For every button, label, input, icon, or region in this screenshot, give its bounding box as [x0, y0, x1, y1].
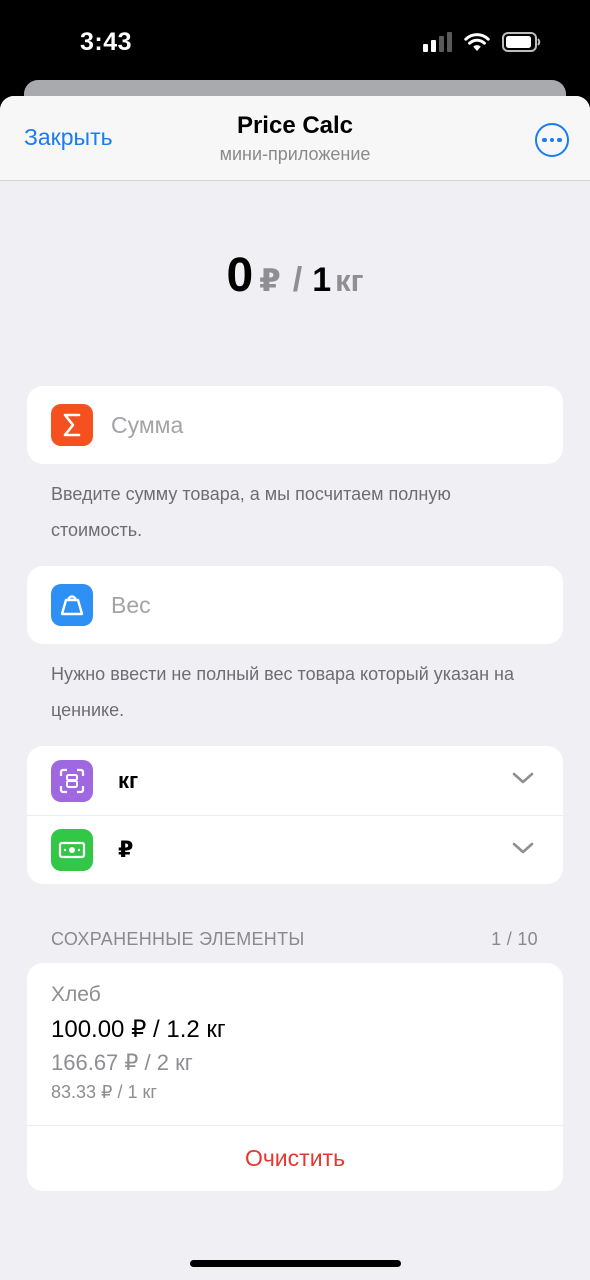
chevron-down-icon [512, 772, 534, 784]
app-subtitle: мини-приложение [219, 144, 371, 164]
saved-item[interactable]: Хлеб 100.00 ₽ / 1.2 кг 166.67 ₽ / 2 кг 8… [27, 963, 563, 1125]
app-title: Price Calc [236, 112, 354, 139]
saved-items-card: Хлеб 100.00 ₽ / 1.2 кг 166.67 ₽ / 2 кг 8… [27, 963, 563, 1191]
sum-hint: Введите сумму товара, а мы посчитаем пол… [51, 484, 451, 540]
status-icons [423, 32, 542, 52]
saved-item-price: 100.00 ₽ / 1.2 кг [51, 1016, 226, 1043]
cellular-signal-icon [423, 32, 452, 52]
weight-hint: Нужно ввести не полный вес товара которы… [51, 664, 514, 720]
result-currency: ₽ [259, 263, 281, 298]
chevron-down-icon [512, 842, 534, 854]
saved-section-header: СОХРАНЕННЫЕ ЭЛЕМЕНТЫ 1 / 10 [51, 929, 538, 950]
saved-item-name: Хлеб [51, 983, 101, 1006]
saved-header-title: СОХРАНЕННЫЕ ЭЛЕМЕНТЫ [51, 929, 305, 949]
currency-value: ₽ [118, 837, 134, 862]
result-unit: кг [335, 263, 364, 298]
scale-scan-icon [51, 759, 93, 802]
currency-select[interactable]: ₽ [27, 815, 563, 884]
result-separator: / [292, 261, 303, 299]
result-quantity: 1 [312, 261, 332, 299]
mini-app-sheet: Закрыть Price Calc мини-приложение 0 ₽/1 к… [0, 96, 590, 1280]
saved-item-price-1kg: 83.33 ₽ / 1 кг [51, 1082, 157, 1102]
unit-value: кг [118, 767, 139, 793]
price-per-unit-result: 0 ₽ /1 кг [0, 248, 590, 303]
ellipsis-circle-icon[interactable] [535, 123, 569, 157]
weight-icon [51, 584, 93, 626]
wifi-icon [464, 33, 490, 51]
weight-input[interactable] [111, 591, 511, 619]
sum-input[interactable] [111, 411, 511, 439]
navbar: Закрыть Price Calc мини-приложение [0, 96, 590, 181]
status-time: 3:43 [80, 28, 133, 56]
sum-field[interactable] [27, 386, 563, 464]
result-price: 0 [226, 249, 254, 302]
selectors-group: кг ₽ [27, 746, 563, 884]
clear-button[interactable]: Очистить [27, 1125, 563, 1191]
unit-select[interactable]: кг [27, 746, 563, 815]
weight-field[interactable] [27, 566, 563, 644]
status-bar: 3:43 [0, 0, 590, 90]
saved-item-price-2kg: 166.67 ₽ / 2 кг [51, 1050, 193, 1075]
battery-icon [502, 32, 541, 52]
saved-count: 1 / 10 [491, 929, 538, 949]
banknote-icon [51, 829, 93, 871]
home-indicator [190, 1260, 401, 1267]
sigma-icon [51, 404, 93, 446]
